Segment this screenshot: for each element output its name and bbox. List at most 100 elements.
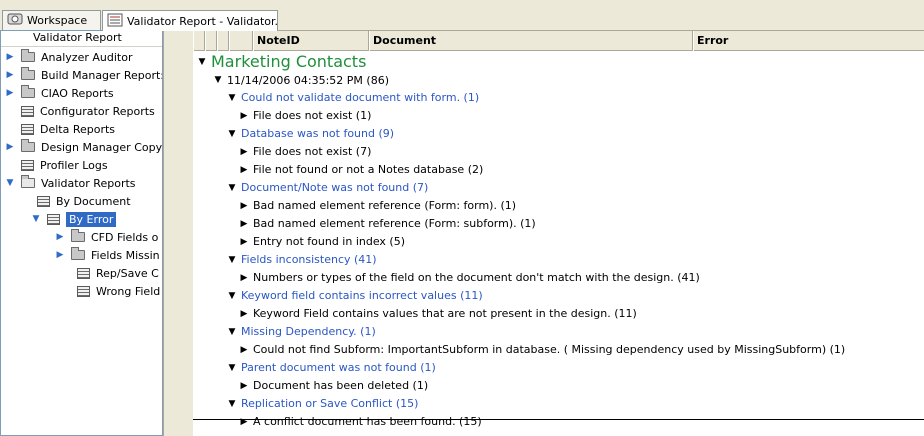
category-root[interactable]: ▼ Marketing Contacts — [197, 52, 367, 72]
nav-item-profiler-logs[interactable]: Profiler Logs — [21, 156, 108, 174]
expand-icon[interactable]: ▶ — [55, 250, 65, 260]
column-header-selector[interactable] — [193, 31, 205, 51]
column-header-noteid[interactable]: NoteID — [253, 31, 369, 51]
collapse-icon[interactable]: ▼ — [227, 323, 237, 341]
nav-item-build-manager-reports[interactable]: ▶ Build Manager Report: — [5, 66, 162, 84]
nav-item-cfd-fields[interactable]: ▶ CFD Fields o — [55, 228, 158, 246]
navigator-title: Validator Report — [1, 31, 162, 47]
collapse-icon[interactable]: ▼ — [227, 89, 237, 107]
subcategory-row[interactable]: ▶ File does not exist (7) — [239, 143, 372, 161]
column-header-marker[interactable] — [205, 31, 217, 51]
category-row[interactable]: ▼ Parent document was not found (1) — [227, 359, 436, 377]
collapse-icon[interactable]: ▼ — [227, 359, 237, 377]
expand-icon[interactable]: ▶ — [5, 142, 15, 152]
expand-icon[interactable]: ▶ — [239, 233, 249, 251]
expand-icon[interactable]: ▶ — [5, 70, 15, 80]
nav-item-wrong-field[interactable]: Wrong Field — [77, 282, 160, 300]
subcategory-row[interactable]: ▶ File does not exist (1) — [239, 107, 372, 125]
category-row-label: Database was not found (9) — [241, 127, 395, 140]
expand-icon[interactable]: ▶ — [239, 341, 249, 359]
folder-open-icon — [21, 175, 35, 188]
expand-icon[interactable]: ▶ — [55, 232, 65, 242]
expand-icon[interactable]: ▶ — [239, 413, 249, 431]
nav-item-ciao-reports[interactable]: ▶ CIAO Reports — [5, 84, 114, 102]
nav-item-by-document[interactable]: By Document — [37, 192, 131, 210]
tab-workspace-label: Workspace — [27, 14, 88, 27]
nav-item-validator-reports[interactable]: ▼ Validator Reports — [5, 174, 136, 192]
subcategory-row-label: File does not exist (1) — [253, 109, 372, 122]
category-row[interactable]: ▼ Missing Dependency. (1) — [227, 323, 376, 341]
nav-item-label: Profiler Logs — [40, 158, 108, 172]
navigator-panel: Validator Report ▶ Analyzer Auditor ▶ Bu… — [0, 30, 163, 436]
validator-report-icon — [107, 13, 123, 30]
subcategory-row[interactable]: ▶ Document has been deleted (1) — [239, 377, 429, 395]
column-header: NoteID Document Error — [193, 31, 924, 51]
column-header-marker[interactable] — [217, 31, 229, 51]
nav-item-label: Rep/Save C — [96, 266, 159, 280]
collapse-icon[interactable]: ▼ — [213, 72, 223, 89]
view-icon — [37, 195, 50, 207]
category-date[interactable]: ▼ 11/14/2006 04:35:52 PM (86) — [213, 72, 389, 89]
view-icon — [21, 105, 34, 117]
subcategory-row-label: Bad named element reference (Form: form)… — [253, 199, 517, 212]
subcategory-row[interactable]: ▶ A conflict document has been found. (15… — [239, 413, 482, 431]
nav-item-analyzer-auditor[interactable]: ▶ Analyzer Auditor — [5, 48, 132, 66]
category-row[interactable]: ▼ Could not validate document with form. … — [227, 89, 480, 107]
nav-item-label: Configurator Reports — [40, 104, 155, 118]
expand-icon[interactable]: ▶ — [239, 107, 249, 125]
subcategory-row[interactable]: ▶ File not found or not a Notes database … — [239, 161, 484, 179]
folder-icon — [21, 85, 35, 98]
tab-workspace[interactable]: Workspace — [2, 10, 101, 30]
column-header-document[interactable]: Document — [369, 31, 693, 51]
nav-item-label: Analyzer Auditor — [41, 50, 133, 64]
nav-item-configurator-reports[interactable]: Configurator Reports — [21, 102, 155, 120]
nav-item-label: Delta Reports — [40, 122, 116, 136]
expand-icon[interactable]: ▶ — [239, 215, 249, 233]
collapse-icon[interactable]: ▼ — [227, 179, 237, 197]
expand-icon[interactable]: ▶ — [239, 197, 249, 215]
category-row[interactable]: ▼ Database was not found (9) — [227, 125, 395, 143]
expand-icon[interactable]: ▶ — [239, 305, 249, 323]
subcategory-row[interactable]: ▶ Could not find Subform: ImportantSubfor… — [239, 341, 846, 359]
nav-item-rep-save[interactable]: Rep/Save C — [77, 264, 159, 282]
subcategory-row[interactable]: ▶ Entry not found in index (5) — [239, 233, 405, 251]
category-row-label: Document/Note was not found (7) — [241, 181, 429, 194]
tab-validator-report[interactable]: Validator Report - Validator... × — [102, 10, 278, 31]
category-row[interactable]: ▼ Replication or Save Conflict (15) — [227, 395, 419, 413]
folder-icon — [71, 229, 85, 242]
category-row[interactable]: ▼ Fields inconsistency (41) — [227, 251, 377, 269]
category-row[interactable]: ▼ Keyword field contains incorrect values… — [227, 287, 483, 305]
collapse-icon[interactable]: ▼ — [197, 52, 207, 72]
nav-item-delta-reports[interactable]: Delta Reports — [21, 120, 115, 138]
panel-splitter[interactable] — [163, 30, 193, 436]
folder-icon — [21, 67, 35, 80]
expand-icon[interactable]: ▶ — [239, 377, 249, 395]
collapse-icon[interactable]: ▼ — [227, 251, 237, 269]
expand-icon[interactable]: ▶ — [239, 143, 249, 161]
collapse-icon[interactable]: ▼ — [227, 125, 237, 143]
nav-item-by-error[interactable]: ▼ By Error — [31, 210, 117, 228]
category-row[interactable]: ▼ Document/Note was not found (7) — [227, 179, 429, 197]
category-row-label: Fields inconsistency (41) — [241, 253, 377, 266]
column-header-error[interactable]: Error — [693, 31, 924, 51]
expand-icon[interactable]: ▶ — [239, 269, 249, 287]
nav-item-design-manager-copy[interactable]: ▶ Design Manager Copy — [5, 138, 162, 156]
collapse-icon[interactable]: ▼ — [31, 214, 41, 224]
subcategory-row[interactable]: ▶ Numbers or types of the field on the do… — [239, 269, 700, 287]
collapse-icon[interactable]: ▼ — [227, 287, 237, 305]
nav-item-fields-missing[interactable]: ▶ Fields Missin — [55, 246, 160, 264]
expand-icon[interactable]: ▶ — [5, 52, 15, 62]
category-row-label: Could not validate document with form. (… — [241, 91, 480, 104]
workspace-icon — [7, 12, 23, 29]
view-icon — [77, 285, 90, 297]
subcategory-row[interactable]: ▶ Bad named element reference (Form: subf… — [239, 215, 536, 233]
expand-icon[interactable]: ▶ — [239, 161, 249, 179]
expand-icon[interactable]: ▶ — [5, 88, 15, 98]
subcategory-row[interactable]: ▶ Bad named element reference (Form: form… — [239, 197, 517, 215]
subcategory-row-label: Numbers or types of the field on the doc… — [253, 271, 700, 284]
collapse-icon[interactable]: ▼ — [227, 395, 237, 413]
nav-item-label: Design Manager Copy — [41, 140, 163, 154]
column-header-marker[interactable] — [229, 31, 253, 51]
subcategory-row[interactable]: ▶ Keyword Field contains values that are … — [239, 305, 637, 323]
collapse-icon[interactable]: ▼ — [5, 178, 15, 188]
